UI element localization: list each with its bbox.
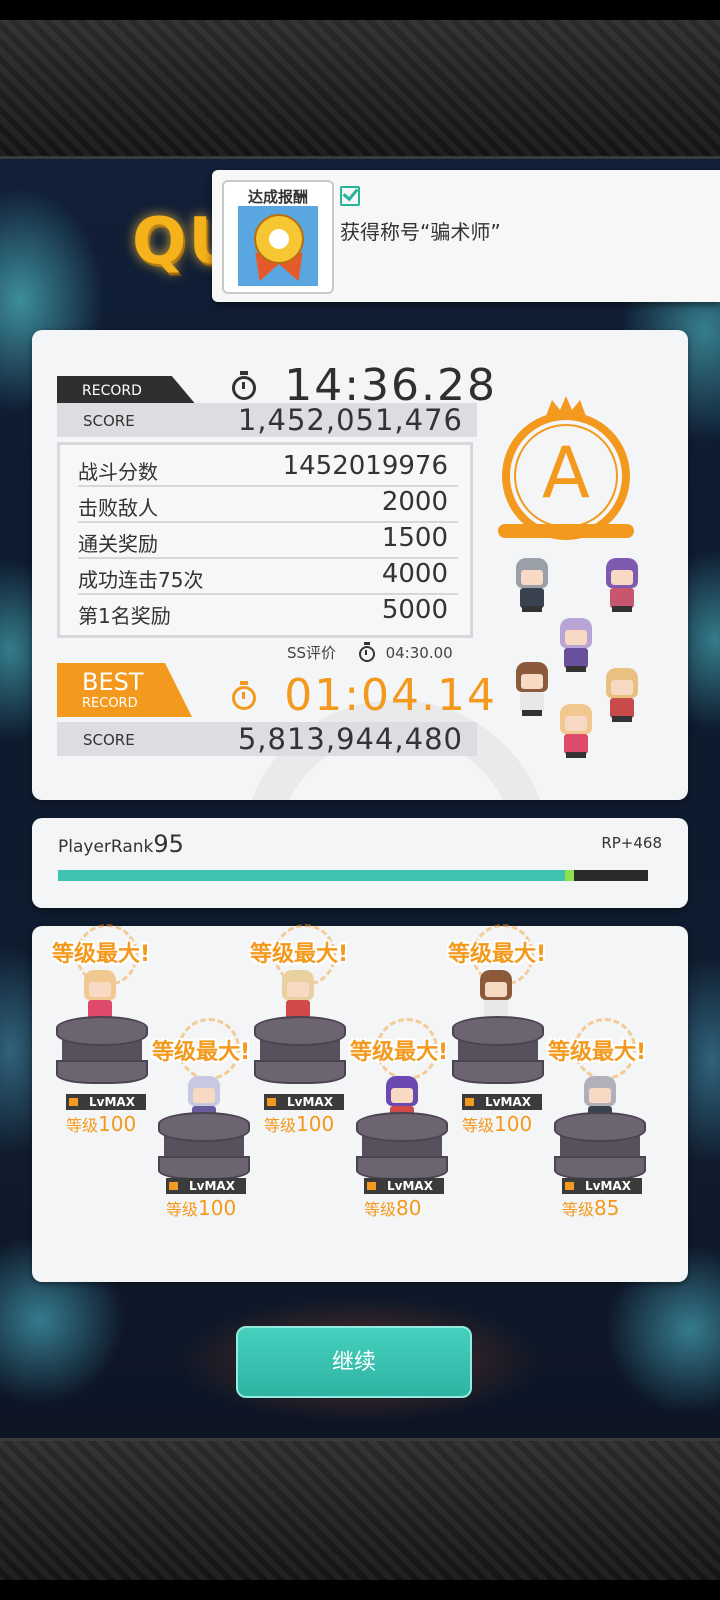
top-banner <box>0 20 720 159</box>
record-score: 1,452,051,476 <box>237 403 463 437</box>
breakdown-row: 第1名奖励 5000 <box>78 593 458 629</box>
badge-label: 达成报酬 <box>247 188 308 206</box>
pedestal <box>158 1112 250 1182</box>
character-level: 等级100 <box>462 1112 562 1136</box>
player-rank-label: PlayerRank <box>58 837 154 857</box>
player-rank-value: 95 <box>153 830 184 858</box>
rank-progress-gain <box>565 870 574 881</box>
lvmax-badge: LvMAX <box>264 1094 344 1110</box>
level-value: 85 <box>594 1196 620 1220</box>
character-level: 等级100 <box>166 1196 266 1220</box>
breakdown-value: 5000 <box>381 595 448 625</box>
level-max-label: 等级最大! <box>52 942 151 967</box>
score-label: SCORE <box>83 731 135 749</box>
breakdown-label: 战斗分数 <box>78 460 158 484</box>
breakdown-value: 1500 <box>381 523 448 553</box>
rank-progress-bar <box>58 870 648 881</box>
level-value: 100 <box>296 1112 335 1136</box>
breakdown-label: 通关奖励 <box>78 532 158 556</box>
breakdown-value: 2000 <box>381 487 448 517</box>
best-score: 5,813,944,480 <box>237 722 463 756</box>
level-value: 80 <box>396 1196 422 1220</box>
level-value: 100 <box>198 1196 237 1220</box>
ss-rank-target: SS评价 04:30.00 <box>287 641 453 663</box>
character-slot: 等级最大! LvMAX 等级80 <box>350 926 470 1220</box>
party-level-panel: 等级最大! LvMAX 等级100 等级最大! LvMAX 等级100 等级最大… <box>32 924 688 1282</box>
character-level: 等级85 <box>562 1196 662 1220</box>
level-max-label: 等级最大! <box>548 1040 647 1065</box>
ss-time: 04:30.00 <box>385 644 453 662</box>
party-sprite <box>510 662 554 718</box>
breakdown-row: 通关奖励 1500 <box>78 521 458 559</box>
status-bar <box>0 0 720 20</box>
breakdown-value: 4000 <box>381 559 448 589</box>
navigation-bar <box>0 1580 720 1600</box>
best-time: 01:04.14 <box>284 670 497 721</box>
player-rank-panel: PlayerRank95 RP+468 <box>32 818 688 908</box>
breakdown-label: 击败敌人 <box>78 496 158 520</box>
reward-badge: 达成报酬 <box>222 180 334 294</box>
checkbox-icon <box>340 186 360 206</box>
party-sprite <box>510 558 554 614</box>
level-key: 等级 <box>364 1200 397 1219</box>
record-tag: RECORD <box>57 376 197 406</box>
lvmax-badge: LvMAX <box>364 1178 444 1194</box>
grade-letter: A <box>542 432 590 514</box>
party-sprite <box>554 704 598 760</box>
best-score-bar: SCORE 5,813,944,480 <box>57 722 477 756</box>
continue-button[interactable]: 继续 <box>236 1326 472 1398</box>
notification-message: 获得称号“骗术师” <box>340 220 501 244</box>
record-panel: RECORD 14:36.28 SCORE 1,452,051,476 战斗分数… <box>32 330 688 800</box>
rp-gain: RP+468 <box>601 834 662 852</box>
breakdown-label: 第1名奖励 <box>78 604 171 628</box>
level-key: 等级 <box>562 1200 595 1219</box>
level-key: 等级 <box>66 1116 99 1135</box>
character-level: 等级100 <box>264 1112 364 1136</box>
level-key: 等级 <box>166 1200 199 1219</box>
pedestal <box>554 1112 646 1182</box>
best-record-tag: BEST RECORD <box>57 663 192 717</box>
breakdown-row: 击败敌人 2000 <box>78 485 458 523</box>
level-value: 100 <box>494 1112 533 1136</box>
score-label: SCORE <box>83 412 135 430</box>
stopwatch-icon <box>232 681 256 710</box>
character-level: 等级100 <box>66 1112 166 1136</box>
party-sprite <box>554 618 598 674</box>
level-max-label: 等级最大! <box>350 1040 449 1065</box>
rank-progress-fill <box>58 870 565 881</box>
pedestal <box>356 1112 448 1182</box>
pedestal <box>56 1016 148 1086</box>
party-sprite <box>600 558 644 614</box>
score-breakdown: 战斗分数 1452019976 击败敌人 2000 通关奖励 1500 成功连击… <box>57 442 473 638</box>
character-slot: 等级最大! LvMAX 等级100 <box>152 926 272 1220</box>
bottom-banner <box>0 1438 720 1583</box>
breakdown-row: 成功连击75次 4000 <box>78 557 458 595</box>
breakdown-row: 战斗分数 1452019976 <box>78 449 458 487</box>
best-label: BEST <box>82 668 144 696</box>
grade-emblem: A <box>498 396 642 542</box>
breakdown-label: 成功连击75次 <box>78 568 204 592</box>
lvmax-badge: LvMAX <box>166 1178 246 1194</box>
character-slot: 等级最大! LvMAX 等级85 <box>548 926 668 1220</box>
best-sublabel: RECORD <box>82 696 138 711</box>
lvmax-badge: LvMAX <box>66 1094 146 1110</box>
party-sprite <box>600 668 644 724</box>
player-rank: PlayerRank95 <box>58 830 184 858</box>
lvmax-badge: LvMAX <box>462 1094 542 1110</box>
medal-icon <box>238 206 318 287</box>
reward-notification[interactable]: 达成报酬 获得称号“骗术师” <box>212 170 720 302</box>
breakdown-value: 1452019976 <box>282 451 448 481</box>
record-score-bar: SCORE 1,452,051,476 <box>57 403 477 437</box>
level-max-label: 等级最大! <box>152 1040 251 1065</box>
best-timer: 01:04.14 <box>232 670 497 721</box>
lvmax-badge: LvMAX <box>562 1178 642 1194</box>
level-value: 100 <box>98 1112 137 1136</box>
character-level: 等级80 <box>364 1196 464 1220</box>
stopwatch-icon <box>232 371 256 400</box>
stopwatch-icon <box>358 641 375 662</box>
ss-label: SS评价 <box>287 644 337 662</box>
